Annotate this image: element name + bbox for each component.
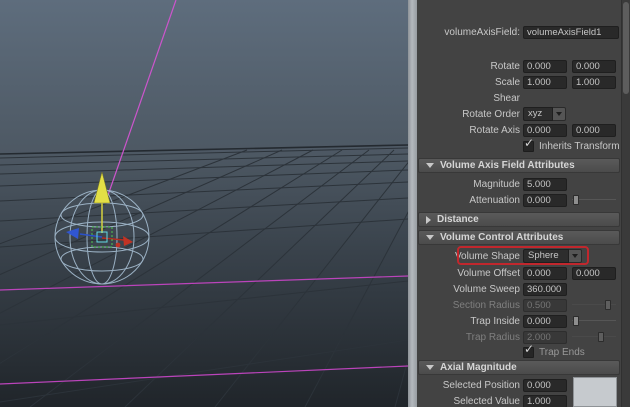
trap-ends-label: Trap Ends: [539, 347, 585, 358]
chevron-down-icon[interactable]: [553, 107, 566, 121]
collapse-arrow-icon: [426, 235, 434, 240]
scale-x-field[interactable]: 1.000: [523, 76, 567, 89]
scrollbar-thumb[interactable]: [623, 2, 629, 94]
panel-splitter[interactable]: [408, 0, 417, 407]
volume-offset-y-field[interactable]: 0.000: [572, 267, 616, 280]
inherits-transform-row: ✓ Inherits Transform: [417, 138, 621, 154]
trap-radius-label: Trap Radius: [417, 332, 520, 343]
trap-inside-label: Trap Inside: [417, 316, 520, 327]
shear-label: Shear: [417, 93, 520, 104]
section-radius-field: 0.500: [523, 299, 567, 312]
rotate-axis-label: Rotate Axis: [417, 125, 520, 136]
selected-value-label: Selected Value: [417, 396, 520, 407]
scale-row: Scale 1.000 1.000: [417, 74, 621, 90]
magnitude-row: Magnitude 5.000: [417, 176, 621, 192]
rotate-axis-y-field[interactable]: 0.000: [572, 124, 616, 137]
volume-offset-x-field[interactable]: 0.000: [523, 267, 567, 280]
trap-inside-slider[interactable]: [572, 314, 616, 328]
selected-position-label: Selected Position: [417, 380, 520, 391]
volume-shape-label: Volume Shape: [417, 251, 520, 262]
rotate-y-field[interactable]: 0.000: [572, 60, 616, 73]
collapse-arrow-icon: [426, 163, 434, 168]
volume-offset-row: Volume Offset 0.000 0.000: [417, 265, 621, 281]
checkmark-icon: ✓: [524, 137, 534, 149]
chevron-down-icon[interactable]: [569, 249, 582, 263]
scale-label: Scale: [417, 77, 520, 88]
trap-radius-slider: [572, 330, 616, 344]
volume-shape-row: Volume Shape Sphere: [417, 247, 621, 265]
attenuation-label: Attenuation: [417, 195, 520, 206]
volume-sweep-field[interactable]: 360.000: [523, 283, 567, 296]
magnitude-field[interactable]: 5.000: [523, 178, 567, 191]
rotate-order-label: Rotate Order: [417, 109, 520, 120]
scale-y-field[interactable]: 1.000: [572, 76, 616, 89]
trap-inside-row: Trap Inside 0.000: [417, 313, 621, 329]
manip-x-dot-icon: [116, 243, 121, 248]
node-name-label: volumeAxisField:: [417, 27, 520, 38]
volume-sweep-row: Volume Sweep 360.000: [417, 281, 621, 297]
rotate-order-dropdown[interactable]: xyz: [523, 107, 566, 121]
attenuation-slider[interactable]: [572, 193, 616, 207]
maya-window: volumeAxisField: volumeAxisField1 Rotate…: [0, 0, 630, 407]
trap-radius-row: Trap Radius 2.000: [417, 329, 621, 345]
rotate-x-field[interactable]: 0.000: [523, 60, 567, 73]
expand-arrow-icon: [426, 216, 431, 224]
rotate-row: Rotate 0.000 0.000: [417, 58, 621, 74]
volume-sweep-label: Volume Sweep: [417, 284, 520, 295]
selected-position-field[interactable]: 0.000: [523, 379, 567, 392]
section-radius-label: Section Radius: [417, 300, 520, 311]
node-name-row: volumeAxisField: volumeAxisField1: [417, 24, 621, 40]
volume-shape-value: Sphere: [523, 249, 569, 263]
axial-magnitude-ramp[interactable]: [573, 377, 617, 407]
inherits-transform-label: Inherits Transform: [539, 141, 620, 152]
collapse-arrow-icon: [426, 365, 434, 370]
rotate-order-value: xyz: [523, 107, 553, 121]
section-title: Volume Control Attributes: [440, 232, 563, 243]
trap-ends-row: ✓ Trap Ends: [417, 345, 621, 359]
checkmark-icon: ✓: [524, 343, 534, 355]
viewport-3d[interactable]: [0, 0, 408, 407]
panel-scrollbar[interactable]: [621, 0, 630, 407]
shear-row: Shear: [417, 90, 621, 106]
section-title: Distance: [437, 214, 479, 225]
attenuation-field[interactable]: 0.000: [523, 194, 567, 207]
viewport-canvas: [0, 0, 408, 407]
node-name-field[interactable]: volumeAxisField1: [523, 26, 619, 39]
attribute-editor: volumeAxisField: volumeAxisField1 Rotate…: [417, 0, 621, 407]
volume-shape-dropdown[interactable]: Sphere: [523, 249, 582, 263]
volume-offset-label: Volume Offset: [417, 268, 520, 279]
rotate-label: Rotate: [417, 61, 520, 72]
section-volume-axis-field-attributes[interactable]: Volume Axis Field Attributes: [418, 158, 620, 173]
attenuation-row: Attenuation 0.000: [417, 192, 621, 208]
magnitude-label: Magnitude: [417, 179, 520, 190]
trap-inside-field[interactable]: 0.000: [523, 315, 567, 328]
inherits-transform-checkbox[interactable]: ✓: [523, 141, 534, 152]
section-radius-slider: [572, 298, 616, 312]
section-distance[interactable]: Distance: [418, 212, 620, 227]
section-title: Axial Magnitude: [440, 362, 517, 373]
section-title: Volume Axis Field Attributes: [440, 160, 575, 171]
section-axial-magnitude[interactable]: Axial Magnitude: [418, 360, 620, 375]
selected-value-field[interactable]: 1.000: [523, 395, 567, 407]
rotate-axis-x-field[interactable]: 0.000: [523, 124, 567, 137]
trap-ends-checkbox[interactable]: ✓: [523, 347, 534, 358]
rotate-order-row: Rotate Order xyz: [417, 106, 621, 122]
section-volume-control-attributes[interactable]: Volume Control Attributes: [418, 230, 620, 245]
viewport-background: [0, 0, 408, 407]
rotate-axis-row: Rotate Axis 0.000 0.000: [417, 122, 621, 138]
section-radius-row: Section Radius 0.500: [417, 297, 621, 313]
